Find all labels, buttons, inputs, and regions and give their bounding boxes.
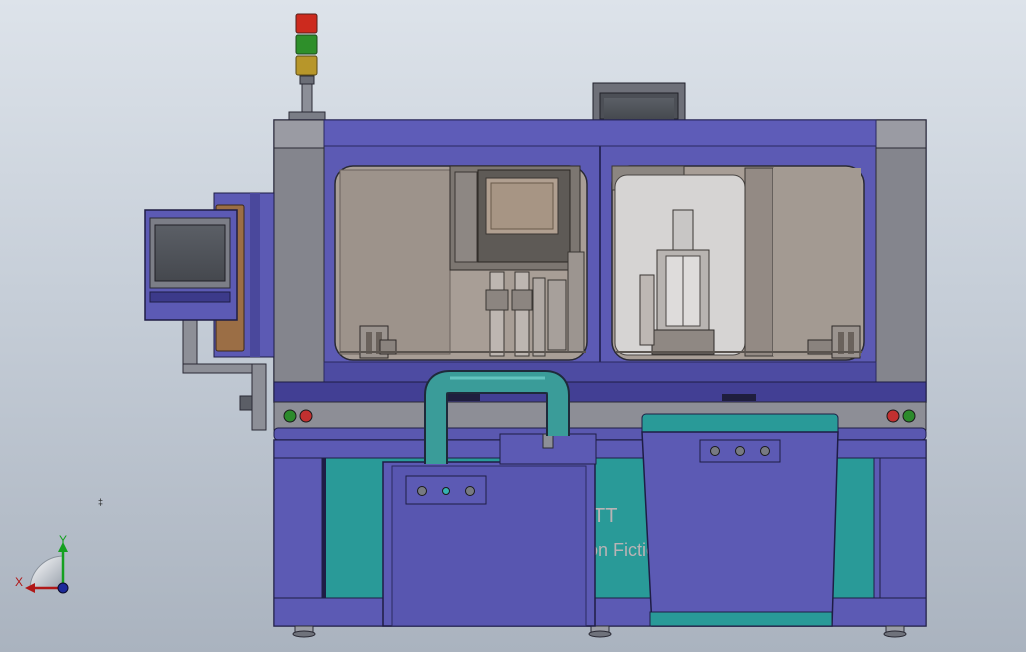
right-cabinet-knob-2[interactable]: [735, 446, 745, 456]
right-side-column: [875, 119, 927, 403]
left-cabinet-knob-2[interactable]: [465, 486, 475, 496]
panel-text-fragment-1: TT: [593, 505, 617, 527]
left-cabinet-indicator: [442, 487, 450, 495]
cad-viewport[interactable]: TT on Fictio ‡ Y X: [0, 0, 1026, 652]
left-side-column: [273, 119, 325, 403]
stop-button-left[interactable]: [299, 409, 313, 423]
green-beacon: [295, 34, 318, 55]
right-window: [611, 165, 865, 361]
left-handle: [446, 394, 480, 401]
stop-button-right[interactable]: [886, 409, 900, 423]
panel-text-fragment-2: on Fictio: [588, 540, 656, 560]
top-monitor: [592, 82, 686, 122]
coordinate-triad: Y X: [15, 533, 69, 594]
left-cabinet-knob-1[interactable]: [417, 486, 427, 496]
left-cabinet: [382, 433, 597, 627]
red-beacon: [295, 13, 318, 34]
start-button-left[interactable]: [283, 409, 297, 423]
right-handle: [722, 394, 756, 401]
cursor-marker: ‡: [98, 497, 103, 507]
right-cabinet: [641, 413, 839, 627]
y-axis-label: Y: [59, 533, 67, 547]
right-cabinet-knob-3[interactable]: [760, 446, 770, 456]
hmi-screen[interactable]: [154, 224, 226, 282]
amber-beacon: [295, 55, 318, 76]
z-axis-dot: [57, 582, 69, 594]
signal-tower: [288, 13, 326, 121]
side-hmi: [144, 192, 275, 431]
right-cabinet-knob-1[interactable]: [710, 446, 720, 456]
machine-drawing: TT on Fictio ‡ Y X: [15, 13, 927, 638]
start-button-right[interactable]: [902, 409, 916, 423]
left-window: [334, 165, 588, 361]
x-axis-label: X: [15, 575, 23, 589]
